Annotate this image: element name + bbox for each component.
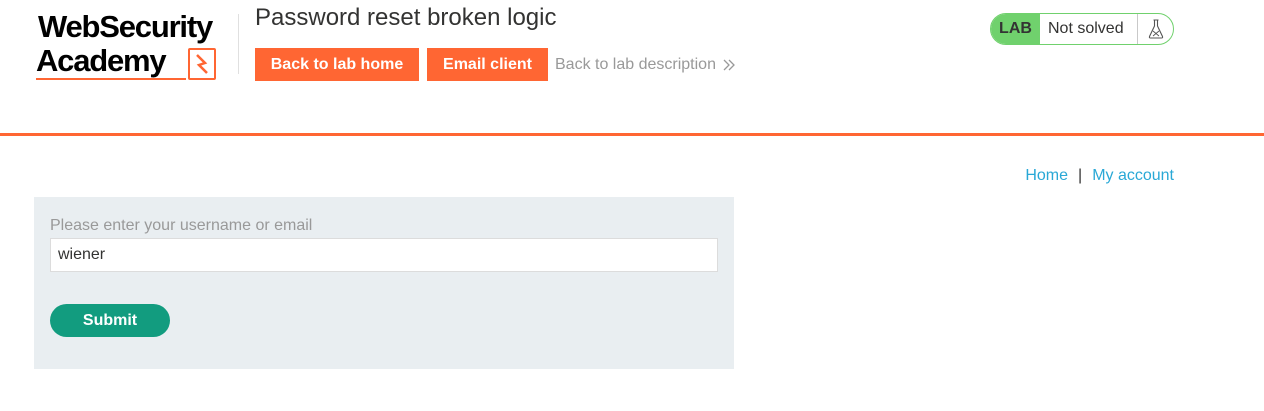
back-to-lab-description-label: Back to lab description [555, 56, 716, 73]
logo-text-line1: WebSecurity [38, 9, 213, 44]
nav-home-link[interactable]: Home [1025, 167, 1068, 185]
nav-separator: | [1078, 167, 1083, 184]
back-to-lab-home-button[interactable]: Back to lab home [255, 48, 419, 81]
header-divider [238, 14, 239, 74]
flask-icon [1137, 14, 1173, 44]
lab-title: Password reset broken logic [255, 4, 557, 31]
lab-status-text: Not solved [1048, 20, 1124, 37]
web-security-academy-logo[interactable]: WebSecurity Academy [34, 10, 238, 84]
nav-my-account-link[interactable]: My account [1092, 167, 1174, 185]
back-to-lab-description-link[interactable]: Back to lab description [555, 56, 736, 74]
lab-tag: LAB [991, 14, 1040, 44]
logo-lightning-icon [188, 48, 216, 80]
username-email-input[interactable] [50, 238, 718, 272]
logo-text-line2: Academy [36, 43, 167, 78]
username-email-label: Please enter your username or email [50, 217, 313, 234]
logo-underline [36, 78, 186, 80]
top-nav: Home | My account [1025, 167, 1174, 185]
submit-button[interactable]: Submit [50, 304, 170, 337]
lab-status-badge: LAB Not solved [990, 13, 1174, 45]
email-client-button[interactable]: Email client [427, 48, 548, 81]
forgot-password-form: Please enter your username or email Subm… [34, 197, 734, 369]
lab-header: WebSecurity Academy Password reset broke… [0, 0, 1264, 136]
double-chevron-right-icon [723, 59, 735, 71]
